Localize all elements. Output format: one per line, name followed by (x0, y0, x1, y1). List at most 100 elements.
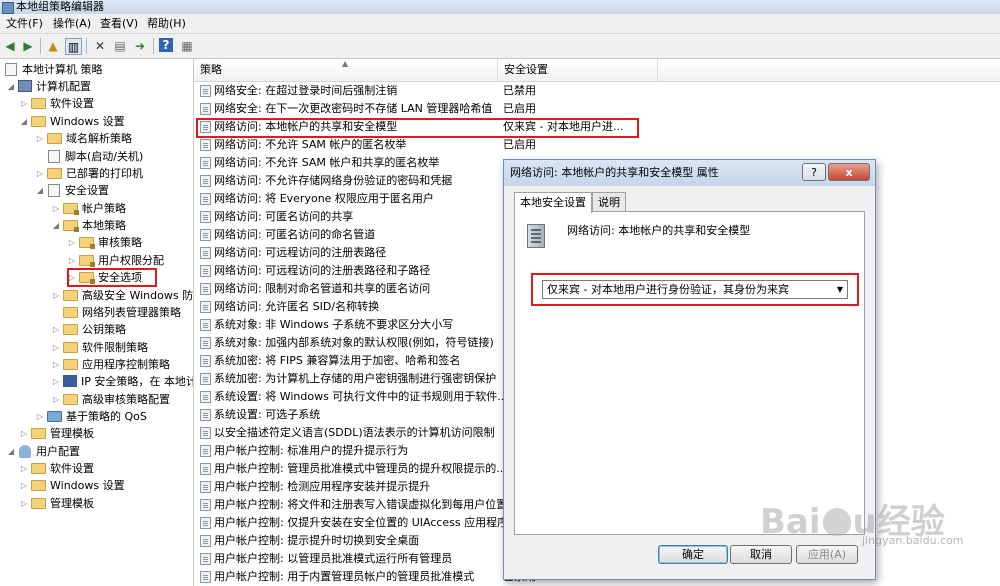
policy-item-icon (200, 427, 211, 439)
collapse-arrow-icon[interactable]: ▷ (51, 356, 61, 373)
tab-panel: 网络访问: 本地帐户的共享和安全模型 仅来宾 - 对本地用户进行身份验证，其身份… (514, 211, 865, 535)
tree-item-public-key-policies[interactable]: ▷ 公钥策略 (51, 321, 126, 338)
tree-item-network-list-manager[interactable]: 网络列表管理器策略 (51, 304, 181, 321)
collapse-arrow-icon[interactable]: ▷ (67, 252, 77, 269)
action-pane-icon[interactable]: ▦ (179, 38, 195, 54)
ok-button[interactable]: 确定 (658, 545, 728, 564)
folder-icon (47, 133, 62, 144)
column-headers: 策略 ▲ 安全设置 (194, 59, 1000, 82)
collapse-arrow-icon[interactable]: ▷ (19, 425, 29, 442)
policy-item-icon (200, 301, 211, 313)
dialog-titlebar[interactable]: 网络访问: 本地帐户的共享和安全模型 属性 ? x (504, 160, 875, 186)
policy-item-icon (200, 571, 211, 583)
collapse-arrow-icon[interactable]: ▷ (19, 460, 29, 477)
folder-icon (31, 428, 46, 439)
dialog-close-button[interactable]: x (828, 163, 870, 181)
collapse-arrow-icon[interactable]: ▷ (19, 477, 29, 494)
window-titlebar: 本地组策略编辑器 (0, 0, 1000, 14)
policy-item-icon (200, 85, 211, 97)
collapse-arrow-icon[interactable]: ▷ (35, 408, 45, 425)
qos-chart-icon (47, 411, 62, 422)
policy-item-icon (200, 355, 211, 367)
tree-item-ip-security[interactable]: ▷ IP 安全策略，在 本地计 (51, 373, 193, 390)
folder-icon (63, 359, 78, 370)
tree-item-user-windows-settings[interactable]: ▷ Windows 设置 (19, 477, 125, 494)
expand-arrow-icon[interactable]: ◢ (35, 182, 45, 199)
menu-help[interactable]: 帮助(H) (145, 14, 188, 33)
menu-file[interactable]: 文件(F) (4, 14, 45, 33)
sharing-model-select[interactable]: 仅来宾 - 对本地用户进行身份验证，其身份为来宾 ▼ (542, 280, 848, 299)
tree-item-windows-settings[interactable]: ◢ Windows 设置 (19, 113, 125, 130)
collapse-arrow-icon[interactable]: ▷ (51, 200, 61, 217)
script-icon (48, 150, 60, 163)
policy-document-icon (5, 63, 17, 76)
menu-view[interactable]: 查看(V) (98, 14, 140, 33)
tree-item-software-restriction[interactable]: ▷ 软件限制策略 (51, 339, 148, 356)
policy-item-icon (200, 103, 211, 115)
tree-item-name-resolution-policy[interactable]: ▷ 域名解析策略 (35, 130, 132, 147)
policy-item-icon (200, 337, 211, 349)
tab-explain[interactable]: 说明 (592, 192, 626, 212)
show-hide-tree-icon[interactable]: ▥ (65, 38, 82, 55)
collapse-arrow-icon[interactable]: ▷ (51, 373, 61, 390)
tree-item-account-policies[interactable]: ▷ 帐户策略 (51, 200, 126, 217)
tree-item-user-admin-templates[interactable]: ▷ 管理模板 (19, 495, 94, 512)
dialog-help-button[interactable]: ? (802, 163, 826, 181)
collapse-arrow-icon[interactable]: ▷ (51, 339, 61, 356)
tree-item-local-policies[interactable]: ◢ 本地策略 (51, 217, 126, 234)
tree-item-qos[interactable]: ▷ 基于策略的 QoS (35, 408, 147, 425)
toolbar-separator (40, 38, 41, 54)
menu-action[interactable]: 操作(A) (51, 14, 93, 33)
collapse-arrow-icon[interactable]: ▷ (35, 130, 45, 147)
tree-item-user-config[interactable]: ◢ 用户配置 (6, 443, 80, 460)
tree-item-computer-config[interactable]: ◢ 计算机配置 (6, 78, 91, 95)
dropdown-arrow-icon[interactable]: ▼ (837, 281, 843, 298)
expand-arrow-icon[interactable]: ◢ (51, 217, 61, 234)
baidu-paw-icon (822, 508, 851, 536)
dialog-title: 网络访问: 本地帐户的共享和安全模型 属性 (510, 166, 719, 179)
column-header-setting[interactable]: 安全设置 (498, 59, 658, 81)
tree-item-app-control[interactable]: ▷ 应用程序控制策略 (51, 356, 170, 373)
collapse-arrow-icon[interactable]: ▷ (19, 495, 29, 512)
collapse-arrow-icon[interactable]: ▷ (51, 391, 61, 408)
export-list-icon[interactable]: ➜ (132, 38, 148, 54)
expand-arrow-icon[interactable]: ◢ (6, 443, 16, 460)
tree-item-scripts[interactable]: 脚本(启动/关机) (35, 148, 143, 165)
policy-row[interactable]: 网络安全: 在下一次更改密码时不存储 LAN 管理器哈希值 已启用 (194, 100, 1000, 118)
collapse-arrow-icon[interactable]: ▷ (35, 165, 45, 182)
tree-item-windows-firewall[interactable]: ▷ 高级安全 Windows 防 (51, 287, 193, 304)
back-arrow-icon[interactable]: ◀ (2, 38, 18, 54)
up-folder-icon[interactable]: ▲ (45, 38, 61, 54)
tree-item-security-settings[interactable]: ◢ 安全设置 (35, 182, 109, 199)
policy-row[interactable]: 网络访问: 不允许 SAM 帐户的匿名枚举 已启用 (194, 136, 1000, 154)
folder-icon (63, 307, 78, 318)
help-icon[interactable]: ? (159, 38, 173, 52)
collapse-arrow-icon[interactable]: ▷ (51, 321, 61, 338)
tree-item-user-rights-assignment[interactable]: ▷ 用户权限分配 (67, 252, 164, 269)
tree-item-admin-templates[interactable]: ▷ 管理模板 (19, 425, 94, 442)
expand-arrow-icon[interactable]: ◢ (19, 113, 29, 130)
security-settings-icon (48, 184, 60, 197)
expand-arrow-icon[interactable]: ◢ (6, 78, 16, 95)
cancel-button[interactable]: 取消 (730, 545, 792, 564)
tab-local-security-setting[interactable]: 本地安全设置 (514, 192, 592, 213)
collapse-arrow-icon[interactable]: ▷ (51, 287, 61, 304)
tree-item-local-computer-policy[interactable]: 本地计算机 策略 (2, 61, 103, 78)
toolbar-separator (153, 38, 154, 54)
collapse-arrow-icon[interactable]: ▷ (19, 95, 29, 112)
properties-icon[interactable]: ▤ (112, 38, 128, 54)
tree-item-audit-policy[interactable]: ▷ 审核策略 (67, 234, 142, 251)
watermark-brand: Bai (760, 502, 821, 542)
tree-item-deployed-printers[interactable]: ▷ 已部署的打印机 (35, 165, 143, 182)
tree-item-advanced-audit[interactable]: ▷ 高级审核策略配置 (51, 391, 170, 408)
collapse-arrow-icon[interactable]: ▷ (67, 234, 77, 251)
tree-item-user-software-settings[interactable]: ▷ 软件设置 (19, 460, 94, 477)
apply-button[interactable]: 应用(A) (796, 545, 858, 564)
policy-item-icon (200, 463, 211, 475)
policy-item-icon (200, 391, 211, 403)
policy-row[interactable]: 网络安全: 在超过登录时间后强制注销 已禁用 (194, 82, 1000, 100)
policy-item-icon (200, 265, 211, 277)
delete-icon[interactable]: ✕ (92, 38, 108, 54)
tree-item-software-settings[interactable]: ▷ 软件设置 (19, 95, 94, 112)
forward-arrow-icon[interactable]: ▶ (20, 38, 36, 54)
